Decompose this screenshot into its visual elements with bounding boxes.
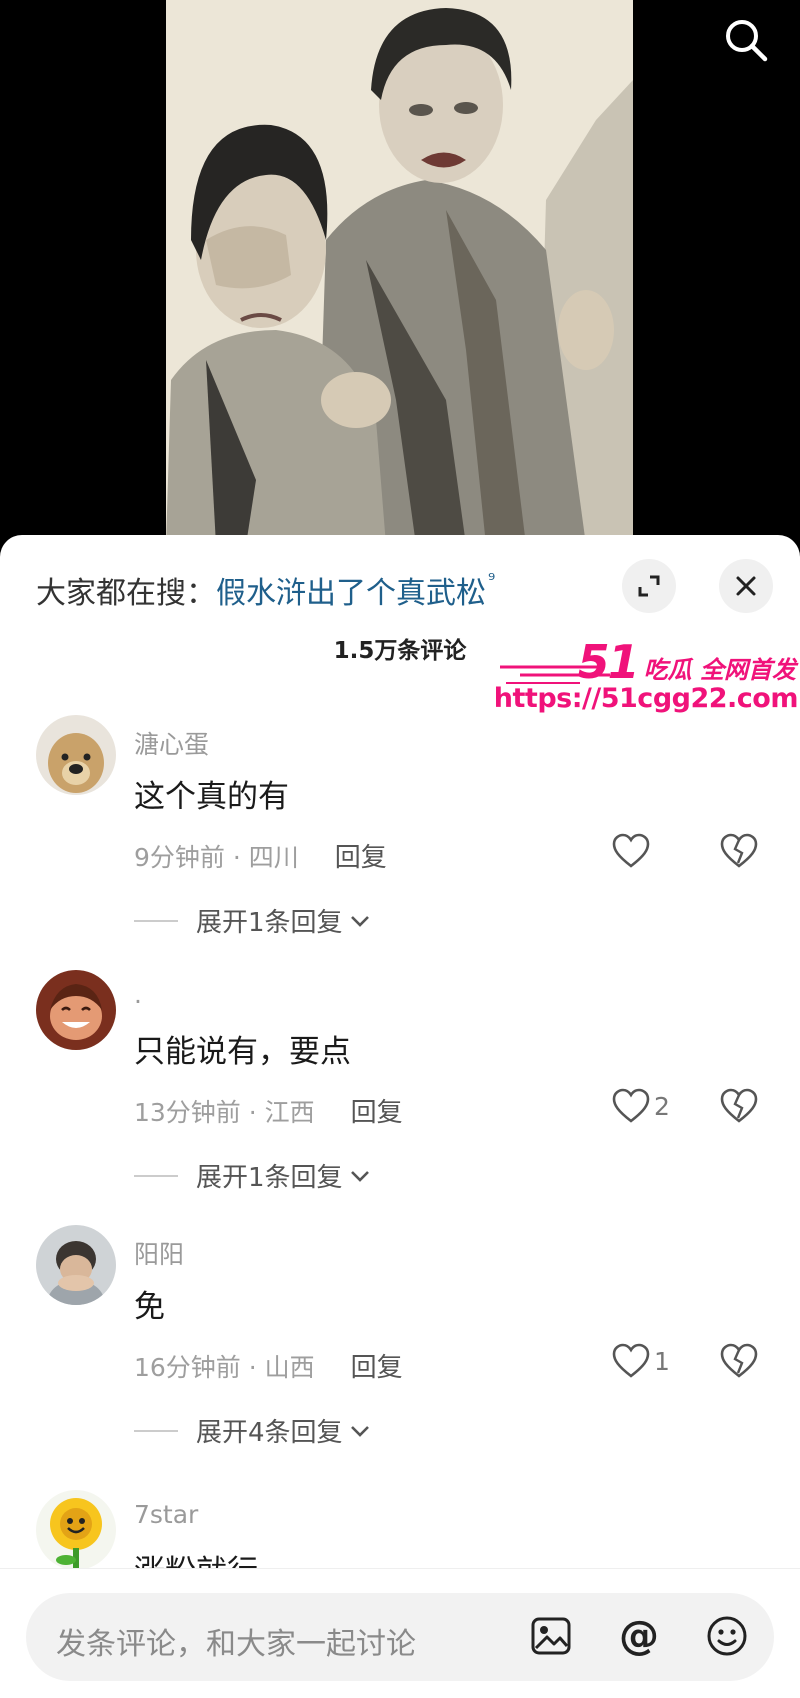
broken-heart-icon <box>720 833 758 868</box>
close-icon <box>736 576 756 596</box>
comment-text: 只能说有，要点 <box>134 1034 351 1070</box>
chevron-down-icon <box>350 1425 369 1437</box>
comment-input[interactable]: 发条评论，和大家一起讨论 @ <box>26 1593 774 1681</box>
image-icon <box>531 1617 571 1655</box>
watermark-number: 51 <box>577 635 640 689</box>
search-small-icon: ⁹ <box>488 569 496 591</box>
comment-username[interactable]: 溏心蛋 <box>134 725 209 761</box>
expand-replies[interactable]: 展开1条回复 <box>134 902 371 939</box>
comment-username[interactable]: 阳阳 <box>134 1235 184 1271</box>
watermark-text: 吃瓜 全网首发 <box>643 656 796 684</box>
photo-avatar-image <box>36 1225 116 1305</box>
watermark-url: https://51cgg22.com <box>493 683 799 714</box>
comment-text: 这个真的有 <box>134 779 289 815</box>
cartoon-avatar-image <box>36 970 116 1050</box>
avatar[interactable] <box>36 715 116 795</box>
like-button[interactable]: 2 <box>612 1088 670 1124</box>
heart-icon <box>612 1088 650 1123</box>
broken-heart-icon <box>720 1343 758 1378</box>
dislike-button[interactable] <box>720 1343 758 1383</box>
heart-icon <box>612 1343 650 1378</box>
emoji-button[interactable] <box>702 1611 752 1661</box>
like-count: 2 <box>654 1091 670 1121</box>
trending-search-label: 大家都在搜： <box>36 576 216 611</box>
comment-text: 免 <box>134 1289 165 1325</box>
dislike-button[interactable] <box>720 1088 758 1128</box>
video-player[interactable] <box>0 0 800 545</box>
search-button[interactable] <box>714 8 778 72</box>
like-count: 1 <box>654 1346 670 1376</box>
search-icon <box>726 20 768 62</box>
comment-meta: 9分钟前 · 四川 回复 <box>134 837 387 874</box>
comment-sheet: 大家都在搜： 假水浒出了个真武松 ⁹ 1.5万条评论 51 吃瓜 全网首发 ht… <box>0 535 800 1698</box>
trending-search[interactable]: 大家都在搜： 假水浒出了个真武松 ⁹ <box>36 565 495 615</box>
like-button[interactable] <box>612 833 654 869</box>
at-icon: @ <box>619 1613 659 1659</box>
heart-icon <box>612 833 650 868</box>
comment-time-location: 9分钟前 · 四川 <box>134 842 299 872</box>
dislike-button[interactable] <box>720 833 758 873</box>
expand-icon <box>638 575 660 597</box>
reply-button[interactable]: 回复 <box>351 1347 403 1384</box>
watermark: 51 吃瓜 全网首发 https://51cgg22.com <box>494 635 800 725</box>
reply-button[interactable]: 回复 <box>335 837 387 874</box>
like-button[interactable]: 1 <box>612 1343 670 1379</box>
comment-username[interactable]: . <box>134 980 142 1009</box>
comment-meta: 13分钟前 · 江西 回复 <box>134 1092 403 1129</box>
avatar[interactable] <box>36 1225 116 1305</box>
mention-button[interactable]: @ <box>614 1611 664 1661</box>
expand-replies-label: 展开4条回复 <box>196 1418 343 1448</box>
watermark-title: 51 吃瓜 全网首发 <box>578 635 796 689</box>
comment-input-placeholder: 发条评论，和大家一起讨论 <box>56 1627 416 1662</box>
emoji-icon <box>707 1616 747 1656</box>
close-button[interactable] <box>719 559 773 613</box>
chevron-down-icon <box>350 1170 369 1182</box>
reply-button[interactable]: 回复 <box>351 1092 403 1129</box>
trending-search-term[interactable]: 假水浒出了个真武松 <box>216 568 486 612</box>
expand-replies-label: 展开1条回复 <box>196 1163 343 1193</box>
divider-line <box>134 1429 178 1432</box>
comment-time-location: 13分钟前 · 江西 <box>134 1097 315 1127</box>
expand-replies[interactable]: 展开1条回复 <box>134 1157 371 1194</box>
expand-replies[interactable]: 展开4条回复 <box>134 1412 371 1449</box>
comment-meta: 16分钟前 · 山西 回复 <box>134 1347 403 1384</box>
comment-time-location: 16分钟前 · 山西 <box>134 1352 315 1382</box>
divider-line <box>134 919 178 922</box>
expand-button[interactable] <box>622 559 676 613</box>
comment-input-bar: 发条评论，和大家一起讨论 @ <box>0 1568 800 1698</box>
expand-replies-label: 展开1条回复 <box>196 908 343 938</box>
divider-line <box>134 1174 178 1177</box>
comment-username[interactable]: 7star <box>134 1500 198 1529</box>
video-artwork <box>166 0 633 545</box>
chevron-down-icon <box>350 915 369 927</box>
image-button[interactable] <box>526 1611 576 1661</box>
avatar[interactable] <box>36 1490 116 1570</box>
dog-avatar-image <box>36 715 116 795</box>
avatar[interactable] <box>36 970 116 1050</box>
sunflower-avatar-image <box>36 1490 116 1570</box>
broken-heart-icon <box>720 1088 758 1123</box>
